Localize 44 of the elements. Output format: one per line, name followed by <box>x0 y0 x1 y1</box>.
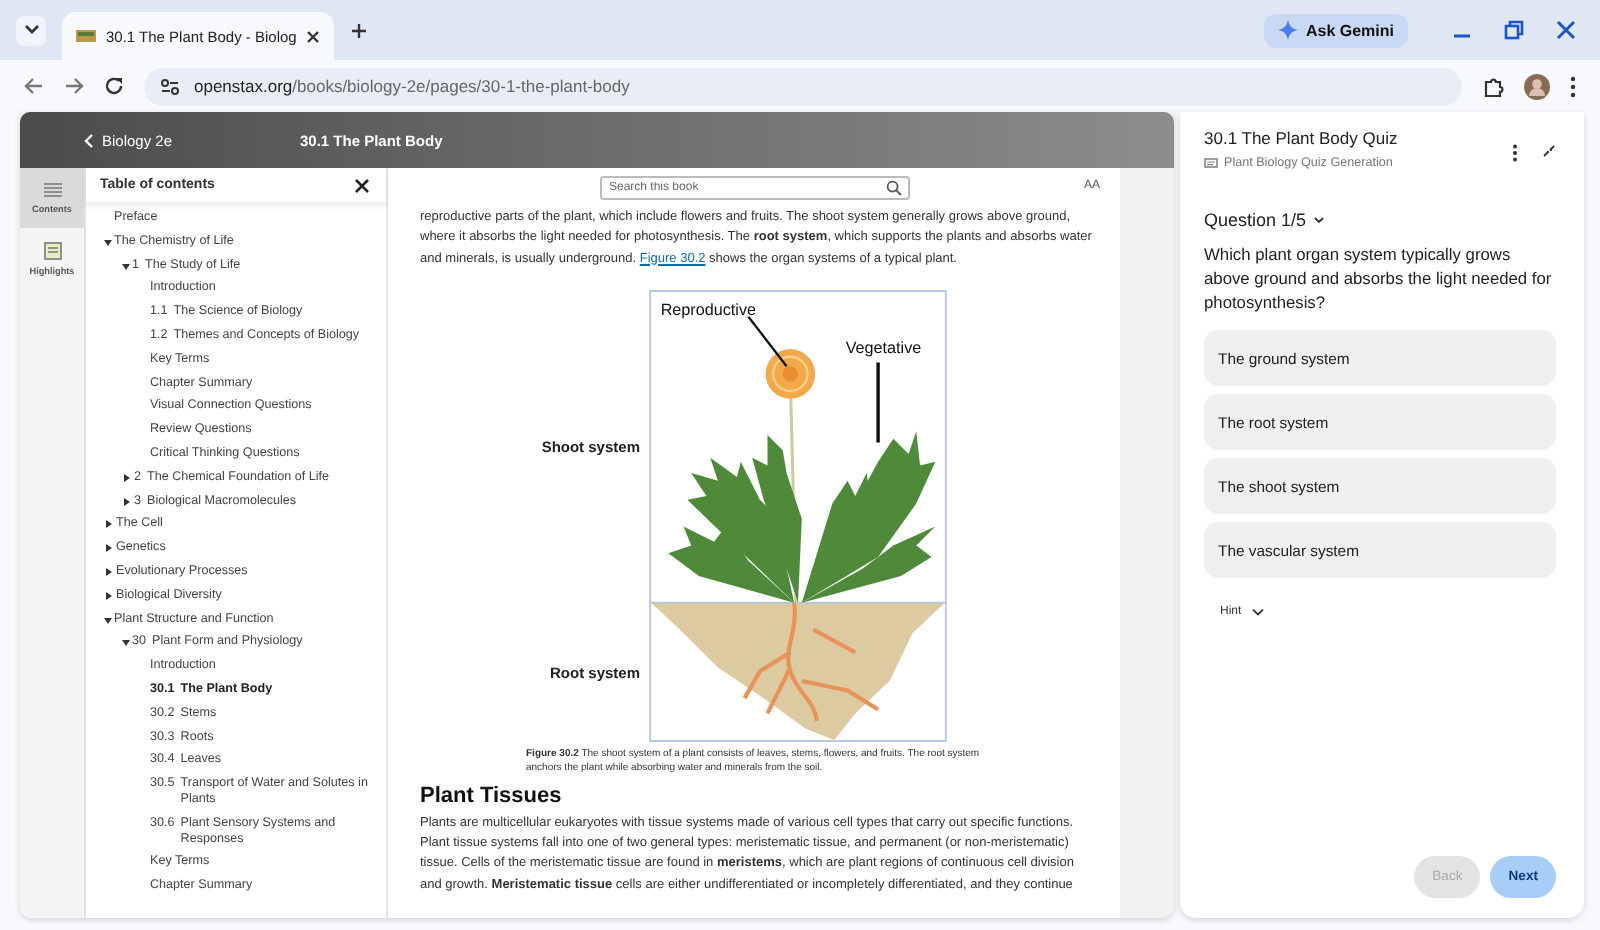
caret-icon[interactable] <box>124 497 130 506</box>
avatar-icon[interactable] <box>1524 73 1550 99</box>
list-icon <box>43 182 61 198</box>
reload-icon[interactable] <box>104 76 124 96</box>
caret-icon[interactable] <box>106 567 112 576</box>
quiz-title: 30.1 The Plant Body Quiz <box>1204 128 1400 148</box>
root-drawing <box>742 600 881 723</box>
tab-list-button[interactable] <box>16 15 46 45</box>
caret-icon[interactable] <box>106 520 112 529</box>
restore-icon[interactable] <box>1504 20 1524 40</box>
section-heading: Plant Tissues <box>420 783 564 808</box>
chevron-left-icon <box>84 133 94 147</box>
search-icon[interactable] <box>885 180 901 196</box>
leader-line <box>747 315 788 367</box>
back-arrow-icon[interactable] <box>24 76 44 96</box>
question-dropdown[interactable]: Question 1/5 <box>1204 210 1325 230</box>
address-bar[interactable]: openstax.org/books/biology-2e/pages/30-1-the-plant-body <box>144 67 1462 105</box>
collapse-icon[interactable] <box>1542 144 1556 158</box>
url-text: openstax.org/books/biology-2e/pages/30-1-the-plant-body <box>194 76 630 96</box>
caret-icon[interactable] <box>104 239 112 246</box>
caret-icon[interactable] <box>122 640 130 647</box>
site-settings-icon[interactable] <box>160 77 180 95</box>
caret-icon[interactable] <box>106 544 112 553</box>
new-tab-icon[interactable] <box>350 21 369 39</box>
forward-arrow-icon[interactable] <box>64 76 84 96</box>
extensions-icon[interactable] <box>1482 75 1504 97</box>
highlighter-page-icon <box>43 241 61 259</box>
caret-icon[interactable] <box>104 617 112 624</box>
question-text: Which plant organ system typically grows above ground and absorbs the light needed for photosynthesis? <box>1204 242 1554 314</box>
caret-icon[interactable] <box>122 263 130 270</box>
chevron-down-icon <box>1251 608 1264 616</box>
ask-gemini-button[interactable]: Ask Gemini <box>1263 13 1408 47</box>
caret-icon[interactable] <box>106 591 112 600</box>
flower-drawing <box>765 348 816 399</box>
chevron-down-icon <box>23 24 39 36</box>
close-icon[interactable] <box>306 29 321 43</box>
chat-icon <box>1204 157 1218 169</box>
close-icon[interactable] <box>354 177 370 193</box>
leader-line <box>876 362 880 443</box>
menu-dots-icon[interactable] <box>1570 75 1576 97</box>
caret-down-icon <box>1314 216 1325 224</box>
caret-icon[interactable] <box>124 473 130 482</box>
more-options-icon[interactable] <box>1512 144 1518 162</box>
sparkle-icon <box>1277 20 1298 40</box>
